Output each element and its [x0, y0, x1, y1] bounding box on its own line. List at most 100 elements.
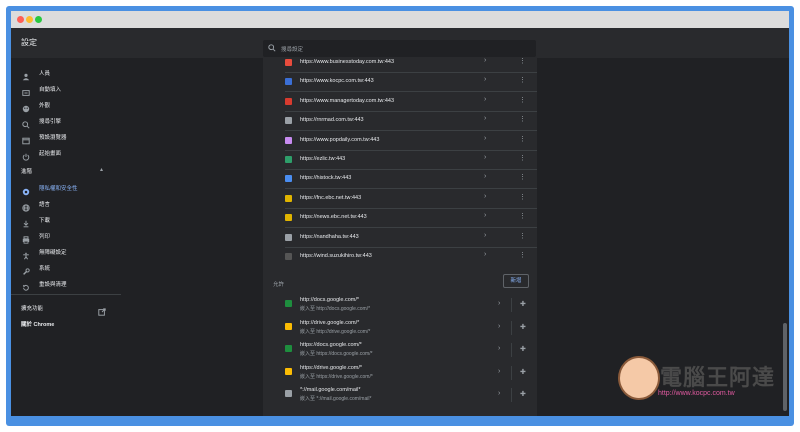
- more-actions-icon[interactable]: ⋮: [519, 76, 526, 84]
- site-favicon-icon: [285, 78, 292, 86]
- watermark-url: http://www.kocpc.com.tw: [658, 390, 735, 397]
- chevron-right-icon[interactable]: ›: [484, 251, 486, 258]
- sidebar-item[interactable]: 起始畫面: [11, 145, 121, 161]
- chevron-right-icon[interactable]: ›: [484, 232, 486, 239]
- more-actions-icon[interactable]: ⋮: [519, 232, 526, 240]
- extension-puzzle-icon[interactable]: ✚: [520, 345, 526, 353]
- extension-puzzle-icon[interactable]: ✚: [520, 390, 526, 398]
- allowed-site-row[interactable]: http://drive.google.com/* 嵌入至 http://driv…: [263, 317, 537, 339]
- site-embed-detail: 嵌入至 http://docs.google.com/*: [300, 306, 371, 312]
- palette-icon: [22, 100, 30, 113]
- site-favicon-icon: [285, 117, 292, 125]
- add-button[interactable]: 新增: [503, 274, 529, 288]
- site-url: https://www.kocpc.com.tw:443: [300, 78, 374, 85]
- chevron-right-icon[interactable]: ›: [484, 115, 486, 122]
- watermark-title: 電腦王阿達: [660, 366, 776, 391]
- chevron-right-icon[interactable]: ›: [484, 212, 486, 219]
- extensions-link[interactable]: 擴充功能: [21, 304, 43, 312]
- site-row[interactable]: https://www.popdaily.com.tw:443 › ⋮: [263, 131, 537, 150]
- site-row[interactable]: https://www.businesstoday.com.tw:443 › ⋮: [263, 53, 537, 72]
- site-row[interactable]: https://histock.tw:443 › ⋮: [263, 169, 537, 188]
- page-title: 設定: [21, 38, 37, 47]
- allowed-site-row[interactable]: *://mail.google.com/mail* 嵌入至 *://mail.go…: [263, 384, 537, 406]
- sidebar-item-label: 外觀: [39, 103, 51, 109]
- sidebar-advanced-item[interactable]: 列印: [11, 228, 121, 244]
- more-actions-icon[interactable]: ⋮: [519, 135, 526, 143]
- chevron-right-icon[interactable]: ›: [484, 96, 486, 103]
- sidebar-advanced-item[interactable]: 語言: [11, 196, 121, 212]
- site-url: https://www.managertoday.com.tw:443: [300, 97, 395, 104]
- chevron-right-icon[interactable]: ›: [484, 154, 486, 161]
- sidebar-item-label: 無障礙設定: [39, 250, 67, 256]
- site-favicon-icon: [285, 59, 292, 66]
- advanced-section-header[interactable]: 進階: [21, 167, 32, 175]
- site-url: https://news.ebc.net.tw:443: [300, 214, 367, 221]
- more-actions-icon[interactable]: ⋮: [519, 115, 526, 123]
- chevron-right-icon[interactable]: ›: [498, 368, 500, 375]
- site-row[interactable]: https://www.kocpc.com.tw:443 › ⋮: [263, 72, 537, 91]
- sidebar-advanced-item[interactable]: 無障礙設定: [11, 244, 121, 260]
- close-window-icon[interactable]: [17, 16, 24, 23]
- chevron-right-icon[interactable]: ›: [484, 135, 486, 142]
- site-favicon-icon: [285, 233, 292, 241]
- site-url: https://nandhaha.tw:443: [300, 233, 359, 240]
- site-row[interactable]: https://ezlic.tw:443 › ⋮: [263, 150, 537, 169]
- sidebar-item-label: 自動填入: [39, 87, 62, 93]
- maximize-window-icon[interactable]: [35, 16, 42, 23]
- site-row[interactable]: https://rnrmad.com.tw:443 › ⋮: [263, 111, 537, 130]
- site-favicon-icon: [285, 194, 292, 202]
- sidebar-advanced-item[interactable]: 隱私權和安全性: [11, 180, 121, 196]
- extension-puzzle-icon[interactable]: ✚: [520, 300, 526, 308]
- site-url: https://rnrmad.com.tw:443: [300, 117, 364, 124]
- sidebar-advanced-item[interactable]: 系統: [11, 260, 121, 275]
- chevron-right-icon[interactable]: ›: [498, 390, 500, 397]
- chevron-right-icon[interactable]: ›: [484, 57, 486, 64]
- sidebar-item[interactable]: 外觀: [11, 97, 121, 113]
- site-row[interactable]: https://fnc.ebc.net.tw:443 › ⋮: [263, 189, 537, 208]
- site-favicon-icon: [285, 345, 292, 352]
- site-favicon-icon: [285, 300, 292, 307]
- sidebar-item[interactable]: 人員: [11, 65, 121, 81]
- chevron-right-icon[interactable]: ›: [484, 193, 486, 200]
- sidebar-item[interactable]: 自動填入: [11, 81, 121, 96]
- more-actions-icon[interactable]: ⋮: [519, 96, 526, 104]
- more-actions-icon[interactable]: ⋮: [519, 251, 526, 259]
- sidebar-item-label: 系統: [39, 266, 51, 272]
- sidebar-item-label: 列印: [39, 234, 51, 240]
- extension-puzzle-icon[interactable]: ✚: [520, 368, 526, 376]
- more-actions-icon[interactable]: ⋮: [519, 193, 526, 201]
- sidebar-divider: [11, 294, 121, 295]
- site-row[interactable]: https://nandhaha.tw:443 › ⋮: [263, 228, 537, 247]
- about-chrome-link[interactable]: 關於 Chrome: [21, 320, 54, 328]
- extension-puzzle-icon[interactable]: ✚: [520, 323, 526, 331]
- chevron-right-icon[interactable]: ›: [498, 345, 500, 352]
- chevron-right-icon[interactable]: ›: [498, 323, 500, 330]
- more-actions-icon[interactable]: ⋮: [519, 212, 526, 220]
- minimize-window-icon[interactable]: [26, 16, 33, 23]
- site-row[interactable]: https://wind.suzukihiro.tw:443 › ⋮: [263, 247, 537, 266]
- allow-section-title: 允許: [273, 282, 285, 288]
- sidebar-advanced-item[interactable]: 下載: [11, 212, 121, 228]
- site-row[interactable]: https://news.ebc.net.tw:443 › ⋮: [263, 208, 537, 227]
- site-row[interactable]: https://www.managertoday.com.tw:443 › ⋮: [263, 92, 537, 111]
- sidebar-advanced-item[interactable]: 重設與清理: [11, 276, 121, 291]
- site-url: http://docs.google.com/*: [300, 297, 360, 303]
- sidebar-item[interactable]: 搜尋引擎: [11, 113, 121, 129]
- more-actions-icon[interactable]: ⋮: [519, 154, 526, 162]
- browser-icon: [22, 132, 30, 145]
- sidebar-item[interactable]: 預設瀏覽器: [11, 129, 121, 145]
- site-favicon-icon: [285, 97, 292, 105]
- allowed-site-row[interactable]: https://drive.google.com/* 嵌入至 https://dr…: [263, 362, 537, 384]
- globe-icon: [22, 199, 30, 212]
- chevron-up-icon[interactable]: ▴: [100, 166, 103, 173]
- allowed-site-row[interactable]: http://docs.google.com/* 嵌入至 http://docs.…: [263, 294, 537, 316]
- site-url: http://drive.google.com/*: [300, 319, 360, 326]
- open-external-icon[interactable]: [98, 303, 106, 321]
- more-actions-icon[interactable]: ⋮: [519, 57, 526, 65]
- chevron-right-icon[interactable]: ›: [484, 76, 486, 83]
- more-actions-icon[interactable]: ⋮: [519, 173, 526, 181]
- chevron-right-icon[interactable]: ›: [498, 300, 500, 307]
- vertical-divider: [511, 320, 512, 335]
- chevron-right-icon[interactable]: ›: [484, 173, 486, 180]
- allowed-site-row[interactable]: https://docs.google.com/* 嵌入至 https://doc…: [263, 339, 537, 361]
